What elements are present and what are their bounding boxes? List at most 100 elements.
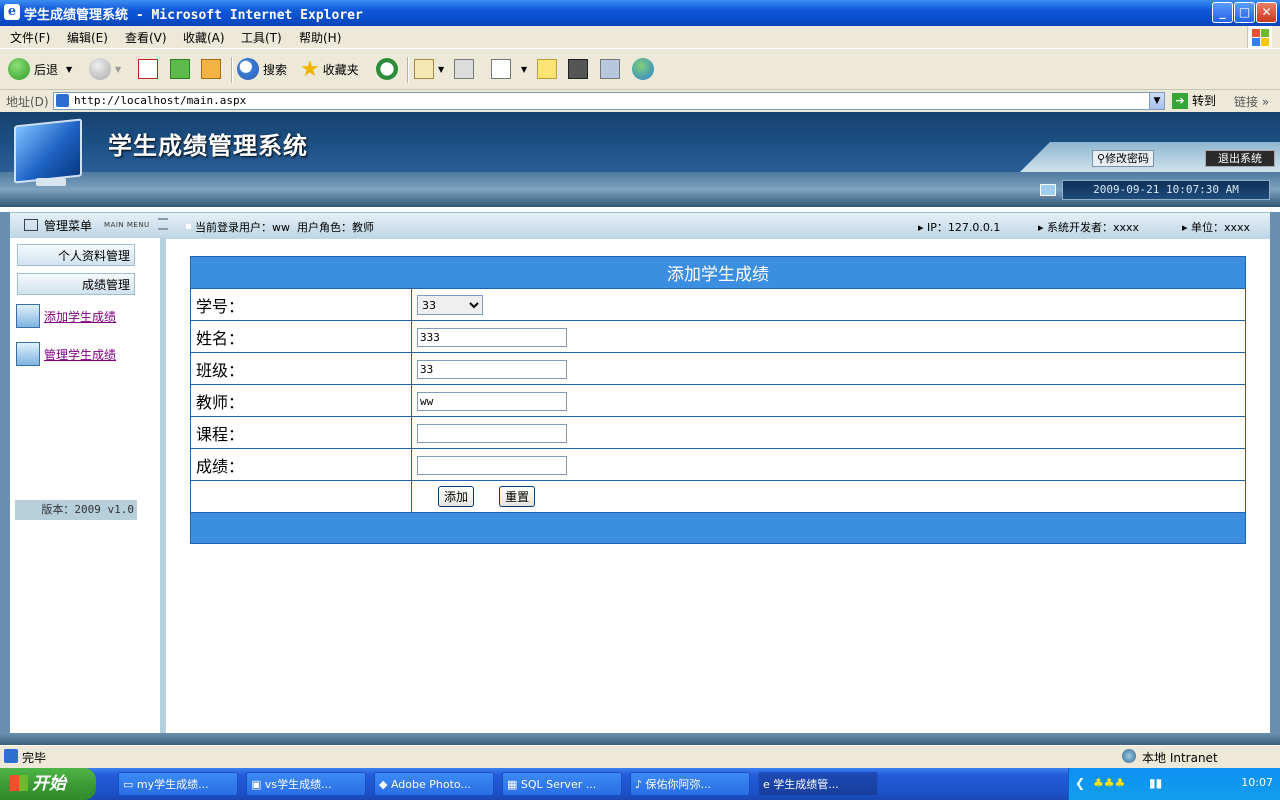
change-password-button[interactable]: ⚲修改密码 (1092, 150, 1155, 167)
favorites-label: 收藏夹 (322, 62, 359, 77)
k-icon (568, 59, 588, 79)
task-ie-score-system[interactable]: e 学生成绩管... (758, 772, 878, 796)
refresh-button[interactable] (170, 55, 194, 83)
menu-file[interactable]: 文件(F) (10, 29, 50, 46)
start-button[interactable]: 开始 (0, 768, 96, 800)
teacher-cell (411, 384, 1246, 417)
url-text: http://localhost/main.aspx (74, 94, 247, 107)
task-my-project[interactable]: ▭ my学生成绩... (118, 772, 238, 796)
toolbar-separator (407, 57, 409, 83)
k-button[interactable] (568, 55, 592, 83)
name-input[interactable] (417, 328, 567, 347)
close-button[interactable]: ✕ (1256, 2, 1277, 23)
add-button[interactable]: 添加 (438, 486, 475, 507)
maximize-button[interactable]: □ (1234, 2, 1255, 23)
back-arrow-icon (8, 58, 30, 80)
menu-view[interactable]: 查看(V) (125, 29, 167, 46)
task-sql-server[interactable]: ▦ SQL Server ... (502, 772, 622, 796)
address-dropdown-arrow-icon[interactable]: ▼ (1149, 92, 1165, 110)
right-frame-border (1270, 212, 1280, 745)
vs-icon: ▣ (251, 778, 265, 791)
task-label: 学生成绩管... (773, 778, 839, 791)
favorites-button[interactable]: ★ 收藏夹 (300, 55, 359, 83)
course-label: 课程： (190, 416, 412, 449)
research-icon (600, 59, 620, 79)
dropdown-arrow-icon[interactable]: ▼ (438, 65, 444, 74)
exit-system-button[interactable]: 退出系统 (1205, 150, 1275, 167)
status-bar: 完毕 本地 Intranet (0, 745, 1280, 768)
current-user-info: 当前登录用户：ww 用户角色：教师 (186, 219, 374, 235)
menu-favorites[interactable]: 收藏(A) (183, 29, 225, 46)
actions-cell: 添加 重置 (411, 480, 1246, 513)
dropdown-arrow-icon[interactable]: ▼ (115, 65, 121, 74)
menu-list-icon (24, 219, 38, 231)
taskbar: 开始 ▭ my学生成绩... ▣ vs学生成绩... ◆ Adobe Photo… (0, 768, 1280, 800)
minimize-button[interactable]: _ (1212, 2, 1233, 23)
menu-edit[interactable]: 编辑(E) (67, 29, 108, 46)
mail-icon (414, 59, 434, 79)
tray-network-icon[interactable]: ▮▮ (1149, 776, 1162, 790)
home-button[interactable] (201, 55, 225, 83)
ip-value: IP：127.0.0.1 (927, 221, 1001, 234)
course-input[interactable] (417, 424, 567, 443)
search-button[interactable]: 搜索 (237, 55, 287, 83)
sidebar-score-management-button[interactable]: 成绩管理 (17, 273, 135, 295)
student-id-select[interactable]: 33 (417, 295, 483, 316)
address-input[interactable]: http://localhost/main.aspx (53, 92, 1164, 110)
links-button[interactable]: 链接 » (1234, 93, 1269, 110)
zone-text: 本地 Intranet (1142, 751, 1218, 765)
research-button[interactable] (600, 55, 624, 83)
dropdown-arrow-icon[interactable]: ▼ (521, 65, 527, 74)
menu-tools[interactable]: 工具(T) (241, 29, 282, 46)
go-arrow-icon: ➔ (1172, 92, 1188, 109)
sidebar-personal-info-button[interactable]: 个人资料管理 (17, 244, 135, 266)
print-button[interactable] (454, 55, 478, 83)
tray-expand-icon[interactable]: ❮ (1075, 776, 1085, 790)
history-button[interactable] (376, 55, 402, 83)
web-page: 学生成绩管理系统 ⚲修改密码 退出系统 2009-09-21 10:07:30 … (0, 112, 1280, 745)
teacher-label: 教师： (190, 384, 412, 417)
go-label: 转到 (1192, 94, 1217, 108)
class-input[interactable] (417, 360, 567, 379)
search-icon (237, 58, 259, 80)
reset-button[interactable]: 重置 (499, 486, 536, 507)
word-icon (491, 59, 511, 79)
stop-button[interactable] (138, 55, 162, 83)
messenger-button[interactable] (632, 55, 658, 83)
role-value: 教师 (352, 221, 374, 234)
task-vs-project[interactable]: ▣ vs学生成绩... (246, 772, 366, 796)
search-label: 搜索 (263, 62, 288, 77)
mail-button[interactable]: ▼ (414, 55, 444, 83)
name-label: 姓名： (190, 320, 412, 353)
task-label: vs学生成绩... (264, 778, 332, 791)
page-icon (56, 94, 69, 107)
forward-button[interactable]: ▼ (89, 55, 121, 83)
dropdown-arrow-icon[interactable]: ▼ (66, 65, 72, 74)
current-user-value: ww (272, 221, 290, 234)
sidebar: 个人资料管理 成绩管理 添加学生成绩 管理学生成绩 版本：2009 v1.0 (10, 238, 166, 733)
sql-server-icon: ▦ (507, 778, 521, 791)
edit-button[interactable]: ▼ (491, 55, 527, 83)
score-cell (411, 448, 1246, 481)
task-music[interactable]: ♪ 保佑你阿弥... (630, 772, 750, 796)
score-input[interactable] (417, 456, 567, 475)
version-label: 版本：2009 v1.0 (15, 500, 137, 520)
sidebar-add-score-link[interactable]: 添加学生成绩 (16, 304, 116, 328)
name-cell (411, 320, 1246, 353)
tray-qq-icon[interactable]: ♣♣♣ (1093, 776, 1125, 790)
teacher-input[interactable] (417, 392, 567, 411)
go-button[interactable]: ➔ 转到 (1172, 92, 1216, 109)
triangle-right-icon: ▸ (1038, 221, 1048, 234)
task-photoshop[interactable]: ◆ Adobe Photo... (374, 772, 494, 796)
student-id-cell: 33 (411, 288, 1246, 321)
music-icon: ♪ (635, 778, 646, 791)
discuss-button[interactable] (537, 55, 561, 83)
sidebar-manage-score-link[interactable]: 管理学生成绩 (16, 342, 116, 366)
back-button[interactable]: 后退 ▼ (8, 55, 72, 83)
window-title-bar[interactable]: e 学生成绩管理系统 - Microsoft Internet Explorer… (0, 0, 1280, 26)
menu-help[interactable]: 帮助(H) (299, 29, 341, 46)
gear-icon (16, 342, 40, 366)
current-user-label: 当前登录用户： (195, 221, 272, 234)
note-icon (537, 59, 557, 79)
bullet-icon (186, 224, 191, 229)
